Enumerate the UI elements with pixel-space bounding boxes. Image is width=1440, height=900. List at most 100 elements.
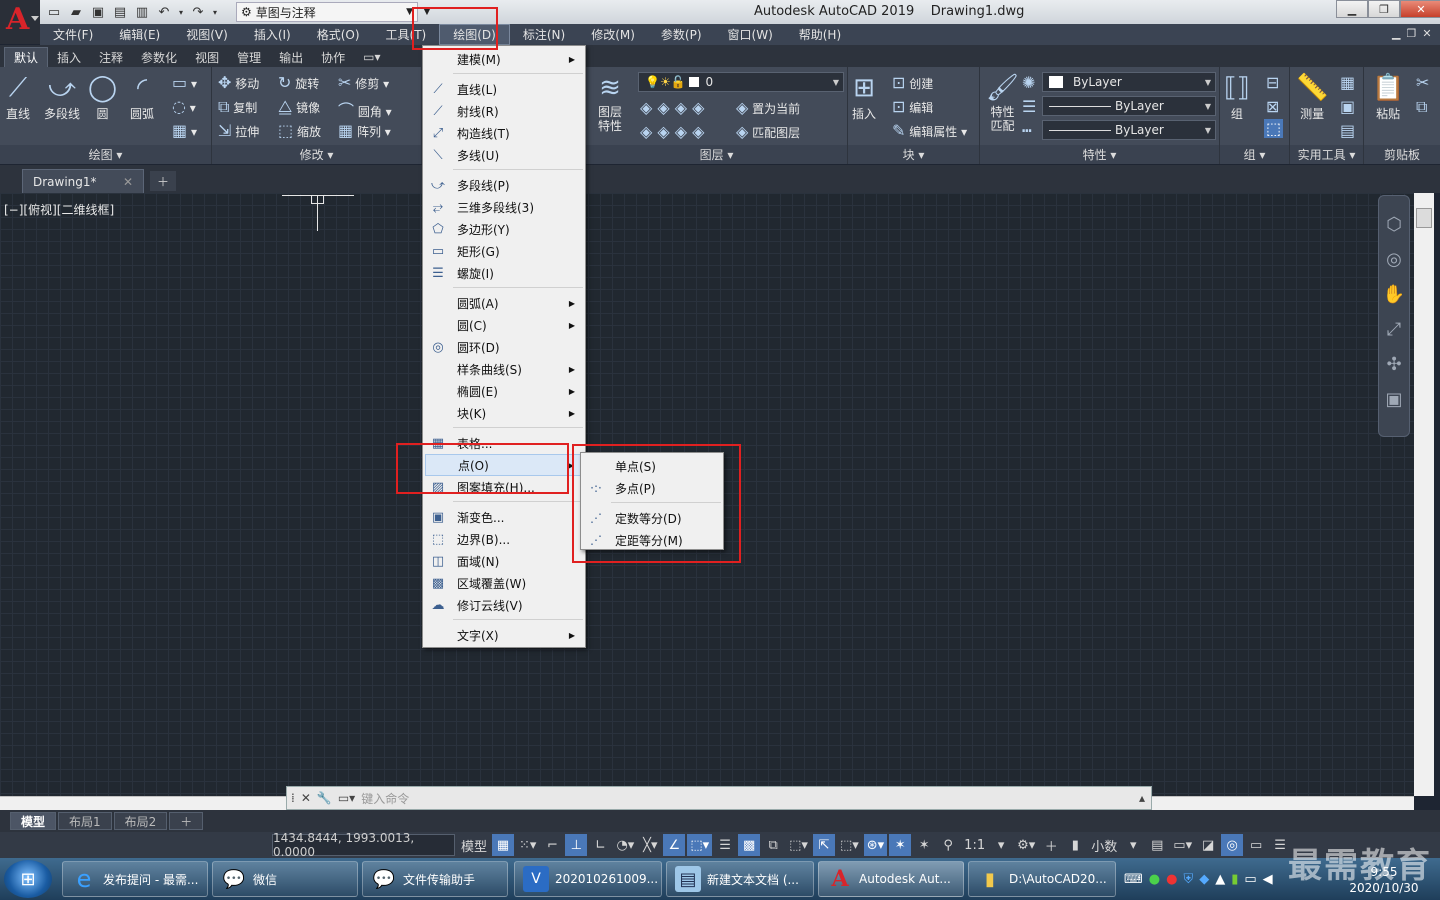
shield-icon[interactable]: ⛨: [1183, 872, 1193, 887]
weibo-icon[interactable]: ●: [1166, 872, 1177, 887]
properties-panel-title[interactable]: 特性 ▾: [980, 145, 1219, 164]
menu-item-revision-cloud[interactable]: ☁ 修订云线(V): [425, 594, 583, 616]
hatch-icon[interactable]: ◌ ▾: [172, 97, 196, 116]
block-panel-title[interactable]: 块 ▾: [848, 145, 979, 164]
lock-ui-icon[interactable]: ▭▾: [1170, 834, 1195, 856]
menu-item-boundary[interactable]: ⬚ 边界(B)...: [425, 528, 583, 550]
pan-hand-icon[interactable]: ✋: [1383, 284, 1405, 305]
redo-dropdown-icon[interactable]: ▾: [210, 2, 220, 22]
undo-icon[interactable]: ↶: [154, 2, 174, 22]
linetype-icon[interactable]: ┅: [1022, 121, 1032, 140]
menu-parametric[interactable]: 参数(P): [648, 24, 715, 45]
tab-annotate[interactable]: 注释: [90, 47, 132, 67]
save-as-icon[interactable]: ▤: [110, 2, 130, 22]
tab-output[interactable]: 输出: [270, 47, 312, 67]
move-button[interactable]: ✥ 移动: [218, 73, 259, 92]
menu-modify[interactable]: 修改(M): [578, 24, 648, 45]
match-properties-button[interactable]: 🖌 特性 匹配: [986, 71, 1019, 133]
tab-layout1[interactable]: 布局1: [58, 812, 112, 830]
count-icon[interactable]: ▤: [1340, 121, 1355, 140]
menu-item-ellipse[interactable]: 椭圆(E) ▶: [425, 380, 583, 402]
annotation-visibility-icon[interactable]: ✶: [889, 834, 912, 856]
tab-layout2[interactable]: 布局2: [113, 812, 168, 830]
hardware-acceleration-icon[interactable]: ◎: [1221, 834, 1244, 856]
orbit-icon[interactable]: ✣: [1386, 354, 1401, 375]
menu-item-wipeout[interactable]: ▩ 区域覆盖(W): [425, 572, 583, 594]
layer-tools-row[interactable]: ◈ ◈ ◈ ◈: [640, 98, 704, 117]
linetype-dropdown[interactable]: ByLayer ▼: [1042, 96, 1216, 116]
layer-dropdown[interactable]: 💡☀🔓 0 ▼: [638, 72, 844, 92]
tab-model[interactable]: 模型: [10, 812, 57, 830]
menu-edit[interactable]: 编辑(E): [106, 24, 173, 45]
polar-tracking-icon[interactable]: ◔▾: [613, 834, 637, 856]
menu-item-gradient[interactable]: ▣ 渐变色...: [425, 506, 583, 528]
network-icon[interactable]: ▭: [1244, 872, 1256, 887]
taskbar-notepad[interactable]: ▤ 新建文本文档 (...: [666, 861, 814, 897]
cube-icon[interactable]: ◆: [1199, 872, 1209, 887]
menu-item-modeling[interactable]: 建模(M) ▶: [425, 48, 583, 70]
document-tab[interactable]: Drawing1* ✕: [22, 169, 144, 193]
selection-cycling-icon[interactable]: ⧉: [762, 834, 784, 856]
circle-button[interactable]: ◯ 圆: [88, 71, 117, 122]
model-space-toggle[interactable]: 模型: [458, 834, 490, 856]
lineweight-dropdown[interactable]: ByLayer ▼: [1042, 120, 1216, 140]
viewport-controls[interactable]: [−][俯视][二维线框]: [4, 201, 114, 218]
set-current-layer-button[interactable]: ◈ 置为当前: [736, 98, 800, 117]
stretch-button[interactable]: ⇲ 拉伸: [218, 121, 259, 140]
transparency-icon[interactable]: ▩: [738, 834, 761, 856]
arc-button[interactable]: ◜ 圆弧: [130, 71, 154, 122]
polyline-button[interactable]: ⤻ 多段线: [44, 71, 80, 122]
vertical-scroll-thumb[interactable]: [1416, 208, 1432, 228]
measure-button[interactable]: 📏 测量: [1296, 71, 1328, 122]
steering-wheel-icon[interactable]: ◎: [1386, 249, 1402, 270]
insert-block-button[interactable]: ⊞ 插入: [852, 71, 876, 122]
menu-format[interactable]: 格式(O): [304, 24, 373, 45]
minimize-button[interactable]: ▁: [1336, 0, 1368, 18]
command-input[interactable]: 键入命令: [361, 790, 409, 807]
create-block-button[interactable]: ⊡ 创建: [892, 73, 933, 92]
app-menu-button[interactable]: A: [0, 0, 40, 44]
menu-help[interactable]: 帮助(H): [786, 24, 854, 45]
nvidia-icon[interactable]: ▮: [1231, 872, 1238, 887]
dynamic-ucs-icon[interactable]: ⇱: [812, 834, 835, 856]
annotation-scale-value[interactable]: 1:1: [961, 834, 988, 856]
volume-icon[interactable]: ◀: [1263, 872, 1273, 887]
menu-item-spline[interactable]: 样条曲线(S) ▶: [425, 358, 583, 380]
layer-properties-button[interactable]: ≋ 图层 特性: [598, 71, 622, 133]
isolate-objects-icon[interactable]: ◪: [1197, 834, 1219, 856]
open-folder-icon[interactable]: ▰: [66, 2, 86, 22]
copy-clip-icon[interactable]: ⧉: [1416, 97, 1427, 117]
grip-icon[interactable]: ⁞: [291, 791, 295, 805]
dynamic-input-icon[interactable]: ⊥: [565, 834, 588, 856]
lineweight-icon[interactable]: ☰: [1022, 97, 1036, 116]
clean-screen-icon[interactable]: ▭: [1245, 834, 1267, 856]
snap-icon[interactable]: ⁙▾: [516, 834, 539, 856]
edit-attributes-button[interactable]: ✎ 编辑属性 ▾: [892, 121, 967, 140]
coordinate-readout[interactable]: 1434.8444, 1993.0013, 0.0000: [272, 831, 455, 859]
menu-item-text[interactable]: 文字(X) ▶: [425, 624, 583, 646]
close-icon[interactable]: ✕: [1422, 27, 1431, 40]
3d-osnap-icon[interactable]: ⬚▾: [786, 834, 811, 856]
object-snap-icon[interactable]: ⬚▾: [687, 834, 713, 856]
close-icon[interactable]: ✕: [123, 175, 133, 189]
menu-item-ray[interactable]: ⟋ 射线(R): [425, 100, 583, 122]
close-icon[interactable]: ✕: [301, 791, 311, 805]
keyboard-icon[interactable]: ⌨: [1124, 872, 1143, 887]
rotate-button[interactable]: ↻ 旋转: [278, 73, 319, 92]
paste-button[interactable]: 📋 粘贴: [1372, 71, 1404, 122]
menu-item-polyline[interactable]: ⤻ 多段线(P): [425, 174, 583, 196]
close-button[interactable]: ✕: [1400, 0, 1440, 18]
print-icon[interactable]: ▥: [132, 2, 152, 22]
group-select-icon[interactable]: ⬚: [1264, 119, 1284, 138]
taskbar-file-transfer[interactable]: 💬 文件传输助手: [362, 861, 508, 897]
wechat-tray-icon[interactable]: ●: [1149, 872, 1160, 887]
start-button[interactable]: ⊞: [4, 860, 52, 898]
zoom-extents-icon[interactable]: ⤢: [1387, 319, 1401, 340]
up-arrow-icon[interactable]: ▲: [1215, 872, 1225, 887]
infer-constraints-icon[interactable]: ⌐: [541, 834, 563, 856]
menu-item-region[interactable]: ◫ 面域(N): [425, 550, 583, 572]
selection-filter-icon[interactable]: ⬚▾: [837, 834, 862, 856]
restore-icon[interactable]: ❐: [1406, 27, 1416, 40]
add-layout-button[interactable]: ＋: [169, 812, 204, 830]
layer-tools-row-2[interactable]: ◈ ◈ ◈ ◈: [640, 122, 704, 141]
